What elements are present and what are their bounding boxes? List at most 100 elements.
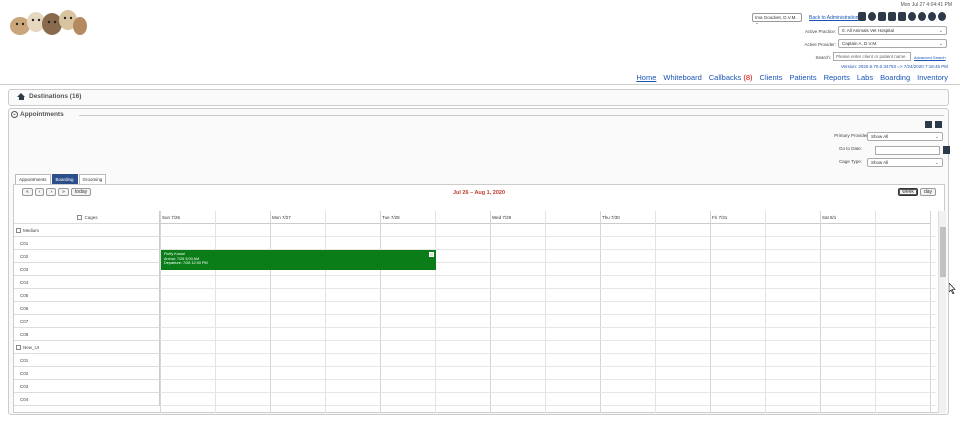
nav-reports[interactable]: Reports: [824, 73, 850, 82]
primary-provider-value: Show All: [871, 134, 889, 139]
grid-line: [160, 275, 936, 276]
active-practice-label: Active Practice:: [804, 29, 836, 34]
nav-callbacks[interactable]: Callbacks (8): [709, 73, 753, 82]
chat-icon[interactable]: [918, 12, 926, 21]
chevron-down-icon: ⌄: [755, 20, 759, 25]
destinations-header[interactable]: Destinations (16): [17, 93, 81, 100]
calendar-icon[interactable]: [943, 146, 950, 154]
grid-line: [160, 288, 936, 289]
cage-group-row[interactable]: New_UI: [14, 341, 160, 354]
clipboard-icon[interactable]: [888, 12, 896, 21]
mail-icon[interactable]: [898, 12, 906, 21]
grid-line: [215, 211, 216, 413]
view-switcher: week day: [898, 188, 936, 196]
active-practice-select[interactable]: 0. All Animals Vet Hospital ⌄: [838, 26, 947, 35]
checkbox-icon[interactable]: [77, 215, 83, 221]
vertical-scrollbar[interactable]: [938, 211, 946, 413]
appointments-header[interactable]: ⌄ Appointments: [11, 111, 64, 118]
back-to-administration-link[interactable]: Back to Administration: [809, 15, 858, 21]
user-select-value: Ima Goodvet, D.V.M.: [755, 15, 797, 20]
app-header: Mon Jul 27 4:04:41 PM Ima Goodvet, D.V.M…: [0, 0, 960, 86]
grid-line: [160, 314, 936, 315]
divider: [79, 115, 944, 116]
cage-label: New_UI: [23, 345, 40, 350]
appointments-panel: ⌄ Appointments Primary Provider: Show Al…: [8, 108, 950, 415]
grid-line: [160, 236, 936, 237]
search-input[interactable]: Please enter client or patient name: [833, 52, 911, 61]
grid-line: [710, 211, 711, 413]
checkbox-icon[interactable]: [16, 228, 21, 234]
user-select[interactable]: Ima Goodvet, D.V.M. ⌄: [752, 13, 802, 25]
print-icon[interactable]: [925, 121, 932, 128]
gear-icon[interactable]: [908, 12, 916, 21]
cage-label: C01: [20, 241, 29, 246]
cage-label: C08: [20, 332, 29, 337]
panel-actions: [925, 121, 942, 128]
boarding-calendar: « ‹ › » today Jul 26 – Aug 1, 2020 week …: [13, 184, 946, 413]
cage-label: Medium: [23, 228, 40, 233]
main-nav: Home Whiteboard Callbacks (8) Clients Pa…: [636, 73, 948, 82]
active-provider-select[interactable]: Captain A, D.V.M. ⌄: [838, 39, 947, 48]
nav-inventory[interactable]: Inventory: [917, 73, 948, 82]
grid-line: [270, 211, 271, 413]
grid-line: [820, 211, 821, 413]
grid-line: [380, 211, 381, 413]
nav-callbacks-label: Callbacks: [708, 73, 742, 82]
grid-line: [160, 353, 936, 354]
calendar-grid: Cages Sun 7/26 Mon 7/27 Tue 7/28 Wed 7/29 Th…: [14, 211, 946, 413]
cage-row: C03: [14, 263, 160, 276]
nav-clients[interactable]: Clients: [760, 73, 783, 82]
cage-row: C04: [14, 276, 160, 289]
clock-icon[interactable]: [868, 12, 876, 21]
cage-row: C08: [14, 328, 160, 341]
home-icon: [17, 93, 25, 100]
destinations-title: Destinations (16): [29, 93, 82, 100]
go-to-date-input[interactable]: [875, 146, 940, 155]
cage-label: C03: [20, 384, 29, 389]
cage-row: C04: [14, 393, 160, 406]
cage-type-value: Show All: [871, 160, 889, 165]
cage-row: C05: [14, 289, 160, 302]
day-view-button[interactable]: day: [919, 188, 936, 196]
nav-labs[interactable]: Labs: [857, 73, 873, 82]
lock-icon[interactable]: [858, 12, 866, 21]
primary-provider-select[interactable]: Show All ⌄: [867, 132, 943, 141]
nav-home[interactable]: Home: [636, 73, 656, 82]
cage-type-select[interactable]: Show All ⌄: [867, 158, 943, 167]
boarding-event[interactable]: Fluffy Kowal Arrival: 7/26 5:00 AM Depar…: [161, 250, 436, 270]
grid-line: [600, 211, 601, 413]
grid-line: [160, 211, 161, 413]
cage-label: C02: [20, 254, 29, 259]
advanced-search-link[interactable]: Advanced Search: [914, 55, 946, 60]
nav-whiteboard[interactable]: Whiteboard: [663, 73, 701, 82]
collapse-icon[interactable]: ⌄: [11, 111, 18, 118]
grid-line: [655, 211, 656, 413]
grid-line: [160, 301, 936, 302]
header-divider: [0, 84, 960, 85]
cage-row: C02: [14, 250, 160, 263]
chevron-down-icon: ⌄: [938, 41, 943, 47]
event-note-icon[interactable]: [429, 252, 434, 257]
cage-type-label: Cage Type:: [839, 159, 862, 164]
date-range-title: Jul 26 – Aug 1, 2020: [452, 190, 506, 196]
scrollbar-thumb[interactable]: [940, 227, 946, 277]
cage-row: C01: [14, 354, 160, 367]
event-departure: Departure: 7/28 12:00 PM: [164, 261, 208, 265]
grid-line: [160, 405, 936, 406]
power-icon[interactable]: [938, 12, 946, 21]
grid-line: [765, 211, 766, 413]
expand-icon[interactable]: [935, 121, 942, 128]
cage-group-row[interactable]: Medium: [14, 224, 160, 237]
nav-patients[interactable]: Patients: [789, 73, 816, 82]
grid-line: [160, 327, 936, 328]
week-view-button[interactable]: week: [898, 188, 918, 196]
cage-label: C03: [20, 267, 29, 272]
pills-icon[interactable]: [878, 12, 886, 21]
primary-provider-label: Primary Provider:: [834, 133, 869, 138]
toolbar-icons: [858, 12, 946, 21]
help-icon[interactable]: [928, 12, 936, 21]
resource-header-label: Cages: [84, 215, 98, 220]
checkbox-icon[interactable]: [16, 345, 21, 351]
nav-boarding[interactable]: Boarding: [880, 73, 910, 82]
cage-label: C02: [20, 371, 29, 376]
